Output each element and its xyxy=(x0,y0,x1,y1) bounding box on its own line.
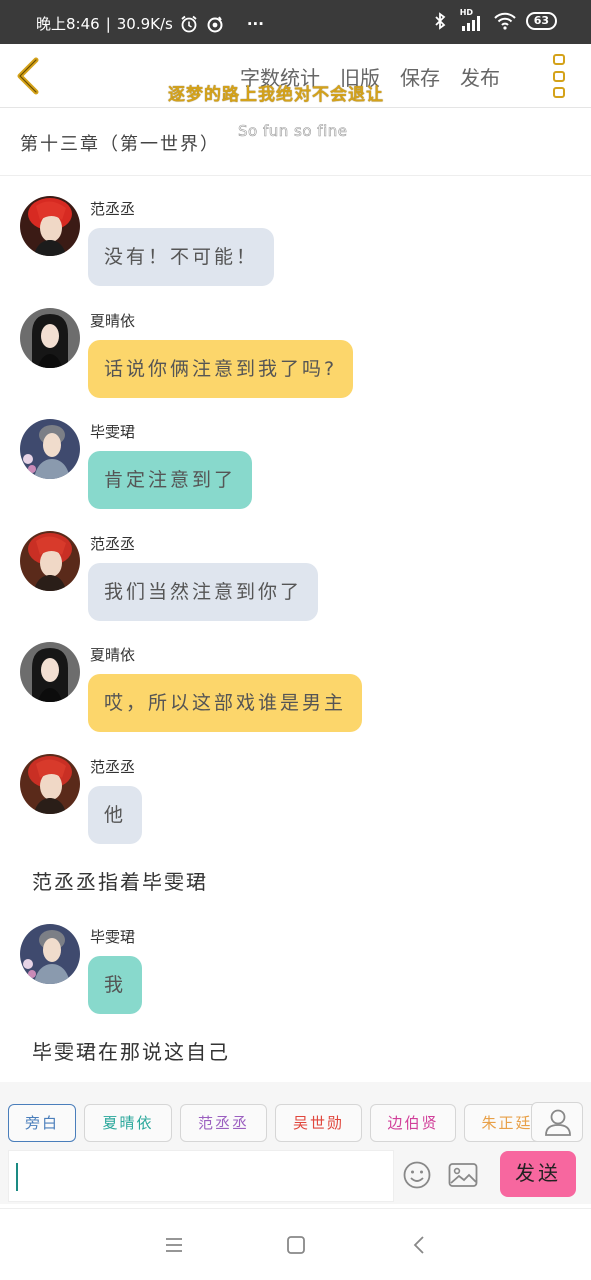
editor-header: 字数统计 旧版 保存 发布 逐梦的路上我绝对不会退让 xyxy=(0,44,591,108)
image-icon[interactable] xyxy=(448,1162,478,1188)
chip-narrator[interactable]: 旁白 xyxy=(8,1104,76,1142)
signal-icon: HD xyxy=(460,8,484,31)
text-caret xyxy=(16,1163,18,1191)
battery-indicator: 63 xyxy=(525,12,557,30)
chat-message: 范丞丞 没有！不可能！ xyxy=(0,196,591,286)
red-hair-avatar[interactable] xyxy=(20,531,80,591)
message-input[interactable] xyxy=(8,1150,394,1202)
more-menu-icon[interactable] xyxy=(553,54,569,98)
chat-message: 范丞丞 他 xyxy=(0,754,591,844)
chapter-subtitle: So fun so fine xyxy=(238,122,348,141)
status-divider: | xyxy=(105,14,111,33)
home-icon[interactable] xyxy=(284,1233,308,1257)
message-bubble[interactable]: 他 xyxy=(88,786,143,844)
status-time: 晚上8:46 xyxy=(36,15,100,33)
message-bubble[interactable]: 没有！不可能！ xyxy=(88,228,275,286)
menu-icon[interactable] xyxy=(162,1233,186,1257)
input-row: 发送 xyxy=(0,1148,591,1204)
send-button[interactable]: 发送 xyxy=(500,1151,576,1197)
publish-button[interactable]: 发布 xyxy=(460,62,500,91)
emoji-icon[interactable] xyxy=(402,1160,432,1190)
alarm-icon xyxy=(181,15,197,32)
wifi-icon xyxy=(493,12,516,30)
back-arrow-icon[interactable] xyxy=(12,56,46,96)
sender-name: 毕雯珺 xyxy=(90,928,136,946)
sender-name: 毕雯珺 xyxy=(90,423,136,441)
header-slogan: 逐梦的路上我绝对不会退让 xyxy=(168,85,384,105)
system-nav-bar xyxy=(0,1208,591,1280)
sender-name: 范丞丞 xyxy=(90,535,136,553)
chapter-bar: 第十三章（第一世界） So fun so fine xyxy=(0,108,591,176)
chip-character[interactable]: 边伯贤 xyxy=(370,1104,456,1142)
app-notification-icon xyxy=(207,15,223,32)
narration-text[interactable]: 范丞丞指着毕雯珺 xyxy=(32,866,208,895)
bluetooth-icon xyxy=(435,12,446,30)
chip-character[interactable]: 夏晴依 xyxy=(84,1104,172,1142)
dark-hair-avatar[interactable] xyxy=(20,308,80,368)
red-hair-avatar[interactable] xyxy=(20,196,80,256)
character-selector: 旁白 夏晴依 范丞丞 吴世勋 边伯贤 朱正廷 xyxy=(0,1082,591,1148)
narration-text[interactable]: 毕雯珺在那说这自己 xyxy=(32,1036,230,1065)
chat-message: 毕雯珺 我 xyxy=(0,924,591,1014)
chip-character[interactable]: 范丞丞 xyxy=(180,1104,267,1142)
red-hair-avatar[interactable] xyxy=(20,754,80,814)
message-bubble[interactable]: 哎，所以这部戏谁是男主 xyxy=(88,674,363,732)
sender-name: 夏晴依 xyxy=(90,312,136,330)
chat-message: 夏晴依 哎，所以这部戏谁是男主 xyxy=(0,642,591,732)
dark-hair-avatar[interactable] xyxy=(20,642,80,702)
message-bubble[interactable]: 我们当然注意到你了 xyxy=(88,563,319,621)
status-right: HD 63 xyxy=(430,8,557,31)
status-more: ··· xyxy=(246,14,264,33)
sender-name: 夏晴依 xyxy=(90,646,136,664)
status-left: 晚上8:46 | 30.9K/s ··· xyxy=(36,13,264,34)
chat-message: 夏晴依 话说你俩注意到我了吗? xyxy=(0,308,591,398)
message-bubble[interactable]: 话说你俩注意到我了吗? xyxy=(88,340,354,398)
message-bubble[interactable]: 肯定注意到了 xyxy=(88,451,253,509)
sender-name: 范丞丞 xyxy=(90,200,136,218)
save-button[interactable]: 保存 xyxy=(400,62,440,91)
grey-jacket-avatar[interactable] xyxy=(20,419,80,479)
grey-jacket-avatar[interactable] xyxy=(20,924,80,984)
sender-name: 范丞丞 xyxy=(90,758,136,776)
chapter-title[interactable]: 第十三章（第一世界） xyxy=(20,130,220,156)
status-bar: 晚上8:46 | 30.9K/s ··· HD 63 xyxy=(0,0,591,44)
chat-message: 毕雯珺 肯定注意到了 xyxy=(0,419,591,509)
message-bubble[interactable]: 我 xyxy=(88,956,143,1014)
user-icon[interactable] xyxy=(531,1102,583,1142)
chip-character[interactable]: 吴世勋 xyxy=(275,1104,362,1142)
nav-back-icon[interactable] xyxy=(408,1233,432,1257)
message-list: 范丞丞 没有！不可能！ 夏晴依 话说你俩注意到我了吗? 毕雯珺 肯定注意到了 范… xyxy=(0,176,591,1082)
status-speed: 30.9K/s xyxy=(116,14,173,33)
chat-message: 范丞丞 我们当然注意到你了 xyxy=(0,531,591,621)
